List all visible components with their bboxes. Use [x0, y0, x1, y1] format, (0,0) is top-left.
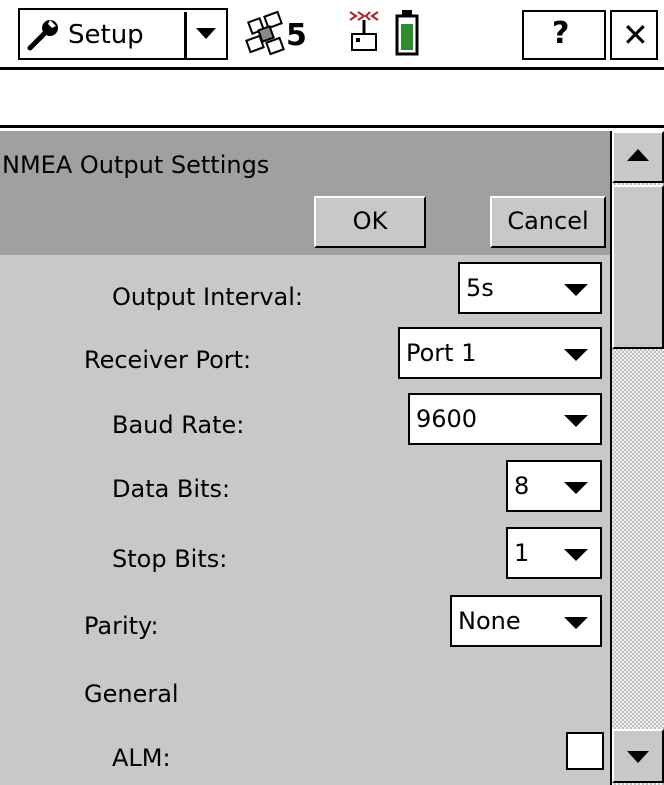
stop-bits-dropdown[interactable]: 1 [506, 527, 602, 579]
chevron-down-icon[interactable] [196, 28, 216, 39]
baud-rate-dropdown[interactable]: 9600 [408, 393, 602, 445]
baud-rate-value: 9600 [416, 405, 478, 433]
parity-value: None [458, 607, 521, 635]
close-icon: ✕ [622, 16, 649, 54]
help-button[interactable]: ? [522, 10, 606, 60]
chevron-down-icon [564, 549, 588, 561]
chevron-down-icon [564, 415, 588, 427]
receiver-port-value: Port 1 [406, 339, 477, 367]
scroll-thumb[interactable] [612, 185, 664, 349]
chevron-down-icon [564, 482, 588, 494]
data-bits-dropdown[interactable]: 8 [506, 460, 602, 512]
dialog-title: NMEA Output Settings [2, 151, 270, 179]
chevron-down-icon [564, 617, 588, 629]
general-section-heading: General [84, 680, 179, 708]
setup-menu-label: Setup [68, 20, 144, 50]
cancel-button[interactable]: Cancel [490, 196, 606, 248]
settings-form: Output Interval: 5s Receiver Port: Port … [0, 255, 610, 785]
data-bits-label: Data Bits: [112, 475, 231, 503]
satellite-count: 5 [286, 18, 307, 53]
chevron-down-icon [564, 284, 588, 296]
satellite-icon[interactable] [244, 10, 288, 56]
parity-dropdown[interactable]: None [450, 595, 602, 647]
output-interval-value: 5s [466, 274, 494, 302]
help-label: ? [552, 16, 570, 51]
close-button[interactable]: ✕ [610, 10, 658, 60]
ok-button[interactable]: OK [314, 196, 426, 248]
data-bits-value: 8 [514, 472, 530, 500]
baud-rate-label: Baud Rate: [112, 411, 245, 439]
chevron-down-icon [564, 349, 588, 361]
parity-label: Parity: [84, 612, 159, 640]
vertical-scrollbar[interactable] [610, 131, 664, 785]
dialog-header: NMEA Output Settings OK Cancel [0, 131, 610, 255]
receiver-port-label: Receiver Port: [84, 346, 252, 374]
alm-checkbox[interactable] [566, 732, 604, 770]
menu-divider [184, 12, 187, 58]
stop-bits-label: Stop Bits: [112, 545, 228, 573]
radio-antenna-icon[interactable] [346, 8, 382, 56]
output-interval-label: Output Interval: [112, 283, 303, 311]
arrow-down-icon [627, 751, 649, 763]
status-bar [0, 73, 664, 128]
top-toolbar: Setup 5 ? ✕ [0, 0, 664, 70]
receiver-port-dropdown[interactable]: Port 1 [398, 327, 602, 379]
alm-label: ALM: [112, 744, 171, 772]
wrench-icon [26, 16, 62, 52]
output-interval-dropdown[interactable]: 5s [458, 262, 602, 314]
battery-icon[interactable] [394, 8, 420, 58]
arrow-up-icon [627, 149, 649, 161]
scroll-down-button[interactable] [612, 729, 664, 783]
setup-menu-button[interactable]: Setup [18, 8, 228, 60]
stop-bits-value: 1 [514, 539, 530, 567]
scroll-up-button[interactable] [612, 131, 664, 183]
